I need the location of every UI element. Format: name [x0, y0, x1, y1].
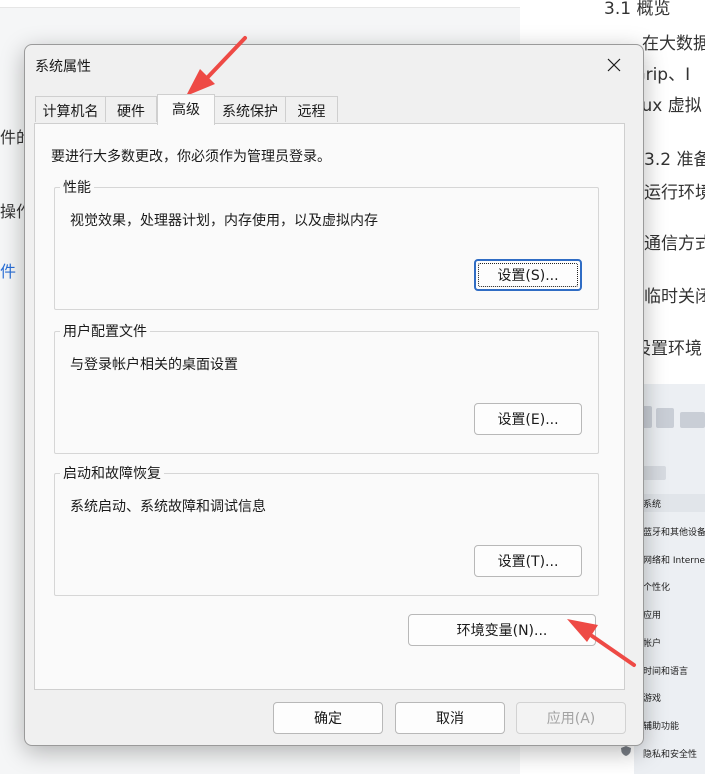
- settings-nav-item[interactable]: 游戏: [643, 691, 661, 704]
- environment-variables-button[interactable]: 环境变量(N)...: [408, 614, 596, 646]
- background-heading: 3.1 概览: [604, 0, 671, 19]
- tab-computer-name[interactable]: 计算机名: [35, 96, 106, 122]
- settings-nav-item[interactable]: 时间和语言: [643, 664, 688, 677]
- close-icon: [607, 58, 621, 72]
- admin-notice: 要进行大多数更改，你必须作为管理员登录。: [51, 149, 331, 165]
- tab-remote[interactable]: 远程: [285, 96, 338, 122]
- user-profiles-group: 用户配置文件 与登录帐户相关的桌面设置 设置(E)...: [54, 321, 599, 454]
- settings-nav-item[interactable]: 辅助功能: [643, 719, 679, 732]
- dialog-title: 系统属性: [35, 59, 91, 75]
- settings-screenshot: 系统 蓝牙和其他设备 网络和 Internet 个性化 应用 帐户 时间和语言 …: [621, 384, 705, 774]
- settings-nav-item[interactable]: 蓝牙和其他设备: [643, 525, 705, 538]
- system-properties-dialog: 系统属性 计算机名 硬件 高级 系统保护 远程 要进行大多数更改，你必须作为管理…: [24, 44, 644, 746]
- performance-settings-button[interactable]: 设置(S)...: [474, 259, 582, 291]
- background-left-link[interactable]: 件: [0, 258, 16, 282]
- background-paragraph: 运行环境: [644, 183, 705, 203]
- background-heading: 3.2 准备: [644, 150, 705, 170]
- settings-nav-item[interactable]: 网络和 Internet: [643, 553, 705, 566]
- close-button[interactable]: [598, 49, 630, 81]
- tab-hardware[interactable]: 硬件: [105, 96, 157, 122]
- settings-nav-item[interactable]: 应用: [643, 608, 661, 621]
- background-top-strip: [0, 0, 520, 8]
- startup-recovery-group-title: 启动和故障恢复: [60, 463, 164, 483]
- settings-nav-item[interactable]: 个性化: [643, 580, 670, 593]
- settings-nav-item[interactable]: 系统: [643, 497, 661, 510]
- background-paragraph: 临时关闭: [644, 287, 705, 307]
- tab-advanced[interactable]: 高级: [157, 94, 215, 125]
- performance-description: 视觉效果，处理器计划，内存使用，以及虚拟内存: [70, 213, 378, 229]
- user-profiles-description: 与登录帐户相关的桌面设置: [70, 357, 238, 373]
- performance-group-title: 性能: [60, 177, 94, 197]
- settings-nav-item[interactable]: 隐私和安全性: [643, 747, 697, 760]
- settings-nav-item[interactable]: 帐户: [643, 636, 661, 649]
- background-paragraph: 在大数据: [642, 34, 705, 54]
- startup-recovery-description: 系统启动、系统故障和调试信息: [70, 499, 266, 515]
- performance-group: 性能 视觉效果，处理器计划，内存使用，以及虚拟内存 设置(S)...: [54, 177, 599, 310]
- startup-recovery-group: 启动和故障恢复 系统启动、系统故障和调试信息 设置(T)...: [54, 463, 599, 596]
- background-paragraph: 设置环境: [634, 339, 702, 359]
- background-paragraph: 通信方式: [644, 234, 705, 254]
- blurred-text: [656, 408, 674, 428]
- ok-button[interactable]: 确定: [273, 702, 383, 734]
- cancel-button[interactable]: 取消: [395, 702, 505, 734]
- tab-system-protection[interactable]: 系统保护: [214, 96, 286, 122]
- startup-recovery-settings-button[interactable]: 设置(T)...: [474, 545, 582, 577]
- user-profiles-group-title: 用户配置文件: [60, 321, 150, 341]
- apply-button[interactable]: 应用(A): [516, 702, 626, 734]
- user-profiles-settings-button[interactable]: 设置(E)...: [474, 403, 582, 435]
- shield-icon: [621, 746, 631, 756]
- blurred-text: [680, 412, 705, 428]
